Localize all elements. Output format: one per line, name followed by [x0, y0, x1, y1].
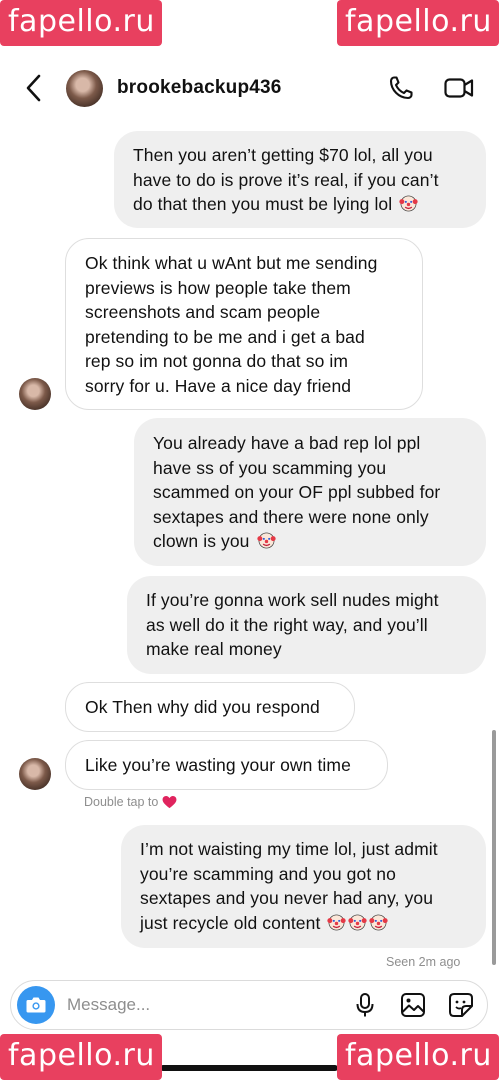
username[interactable]: brookebackup436: [117, 77, 282, 99]
watermark: fapello.ru: [337, 0, 499, 46]
message-text: you’re scamming and you got no: [140, 863, 396, 884]
avatar[interactable]: [19, 758, 51, 790]
voice-message-button[interactable]: [349, 989, 381, 1021]
message-text: have to do is prove it’s real, if you ca…: [133, 169, 439, 190]
scrollbar[interactable]: [492, 730, 496, 965]
watermark: fapello.ru: [337, 1034, 499, 1080]
double-tap-text: Double tap to: [84, 795, 159, 809]
message-composer: Message...: [10, 980, 488, 1030]
message-text: Ok think what u wAnt but me sending: [85, 253, 378, 273]
clown-face-icon: [399, 195, 418, 212]
watermark: fapello.ru: [0, 0, 162, 46]
clown-face-icon: [369, 914, 389, 930]
back-button[interactable]: [14, 68, 54, 108]
message-text: sextapes and there were none only: [153, 506, 429, 527]
home-indicator[interactable]: [160, 1065, 338, 1071]
chat-header: brookebackup436: [0, 56, 499, 120]
message-bubble-received[interactable]: Ok think what u wAnt but me sending prev…: [65, 238, 423, 410]
message-text: You already have a bad rep lol ppl: [153, 433, 421, 453]
message-text: clown is you: [153, 531, 250, 551]
message-text: Like you’re wasting your own time: [85, 755, 351, 775]
message-text: rep so im not gonna do that so im: [85, 351, 349, 371]
message-text: just recycle old content: [140, 912, 321, 933]
message-bubble-sent[interactable]: I’m not waisting my time lol, just admit…: [121, 825, 486, 948]
gallery-button[interactable]: [397, 989, 429, 1021]
message-text: scammed on your OF ppl subbed for: [153, 482, 441, 502]
message-text: pretending to be me and i get a bad: [85, 326, 365, 347]
clown-face-icon: [256, 532, 276, 549]
call-button[interactable]: [385, 72, 417, 104]
message-text: If you’re gonna work sell nudes might: [146, 590, 439, 610]
message-text: have ss of you scamming you: [153, 457, 387, 478]
message-text: do that then you must be lying lol: [133, 194, 393, 214]
microphone-icon: [356, 993, 374, 1017]
seen-status: Seen 2m ago: [386, 955, 461, 969]
double-tap-hint: Double tap to: [84, 795, 177, 809]
chevron-left-icon: [26, 74, 41, 102]
video-call-button[interactable]: [443, 72, 475, 104]
avatar[interactable]: [66, 69, 103, 107]
message-bubble-sent[interactable]: Then you aren’t getting $70 lol, all you…: [114, 131, 486, 228]
message-text: previews is how people take them: [85, 277, 351, 298]
message-text: sorry for u. Have a nice day friend: [85, 375, 352, 396]
message-bubble-sent[interactable]: You already have a bad rep lol ppl have …: [134, 418, 486, 566]
message-bubble-sent[interactable]: If you’re gonna work sell nudes might as…: [127, 576, 486, 674]
avatar[interactable]: [19, 378, 51, 410]
sticker-icon: [449, 993, 473, 1017]
clown-face-icon: [327, 914, 347, 930]
phone-icon: [389, 76, 413, 100]
message-text: I’m not waisting my time lol, just admit: [140, 839, 438, 859]
video-camera-icon: [444, 78, 474, 98]
message-text: make real money: [146, 639, 282, 659]
message-text: sextapes and you never had any, you: [140, 888, 434, 908]
heart-icon: [162, 796, 177, 809]
sticker-button[interactable]: [445, 989, 477, 1021]
camera-button[interactable]: [17, 986, 55, 1024]
message-bubble-received[interactable]: Like you’re wasting your own time: [65, 740, 388, 790]
clown-face-icon: [348, 914, 368, 930]
message-text: Ok Then why did you respond: [85, 697, 320, 717]
message-text: as well do it the right way, and you’ll: [146, 614, 428, 635]
message-text: screenshots and scam people: [85, 302, 321, 322]
watermark: fapello.ru: [0, 1034, 162, 1080]
message-text: Then you aren’t getting $70 lol, all you: [133, 145, 433, 165]
message-bubble-received[interactable]: Ok Then why did you respond: [65, 682, 355, 732]
message-input[interactable]: Message...: [67, 995, 349, 1015]
camera-icon: [26, 997, 46, 1013]
gallery-icon: [401, 993, 425, 1017]
